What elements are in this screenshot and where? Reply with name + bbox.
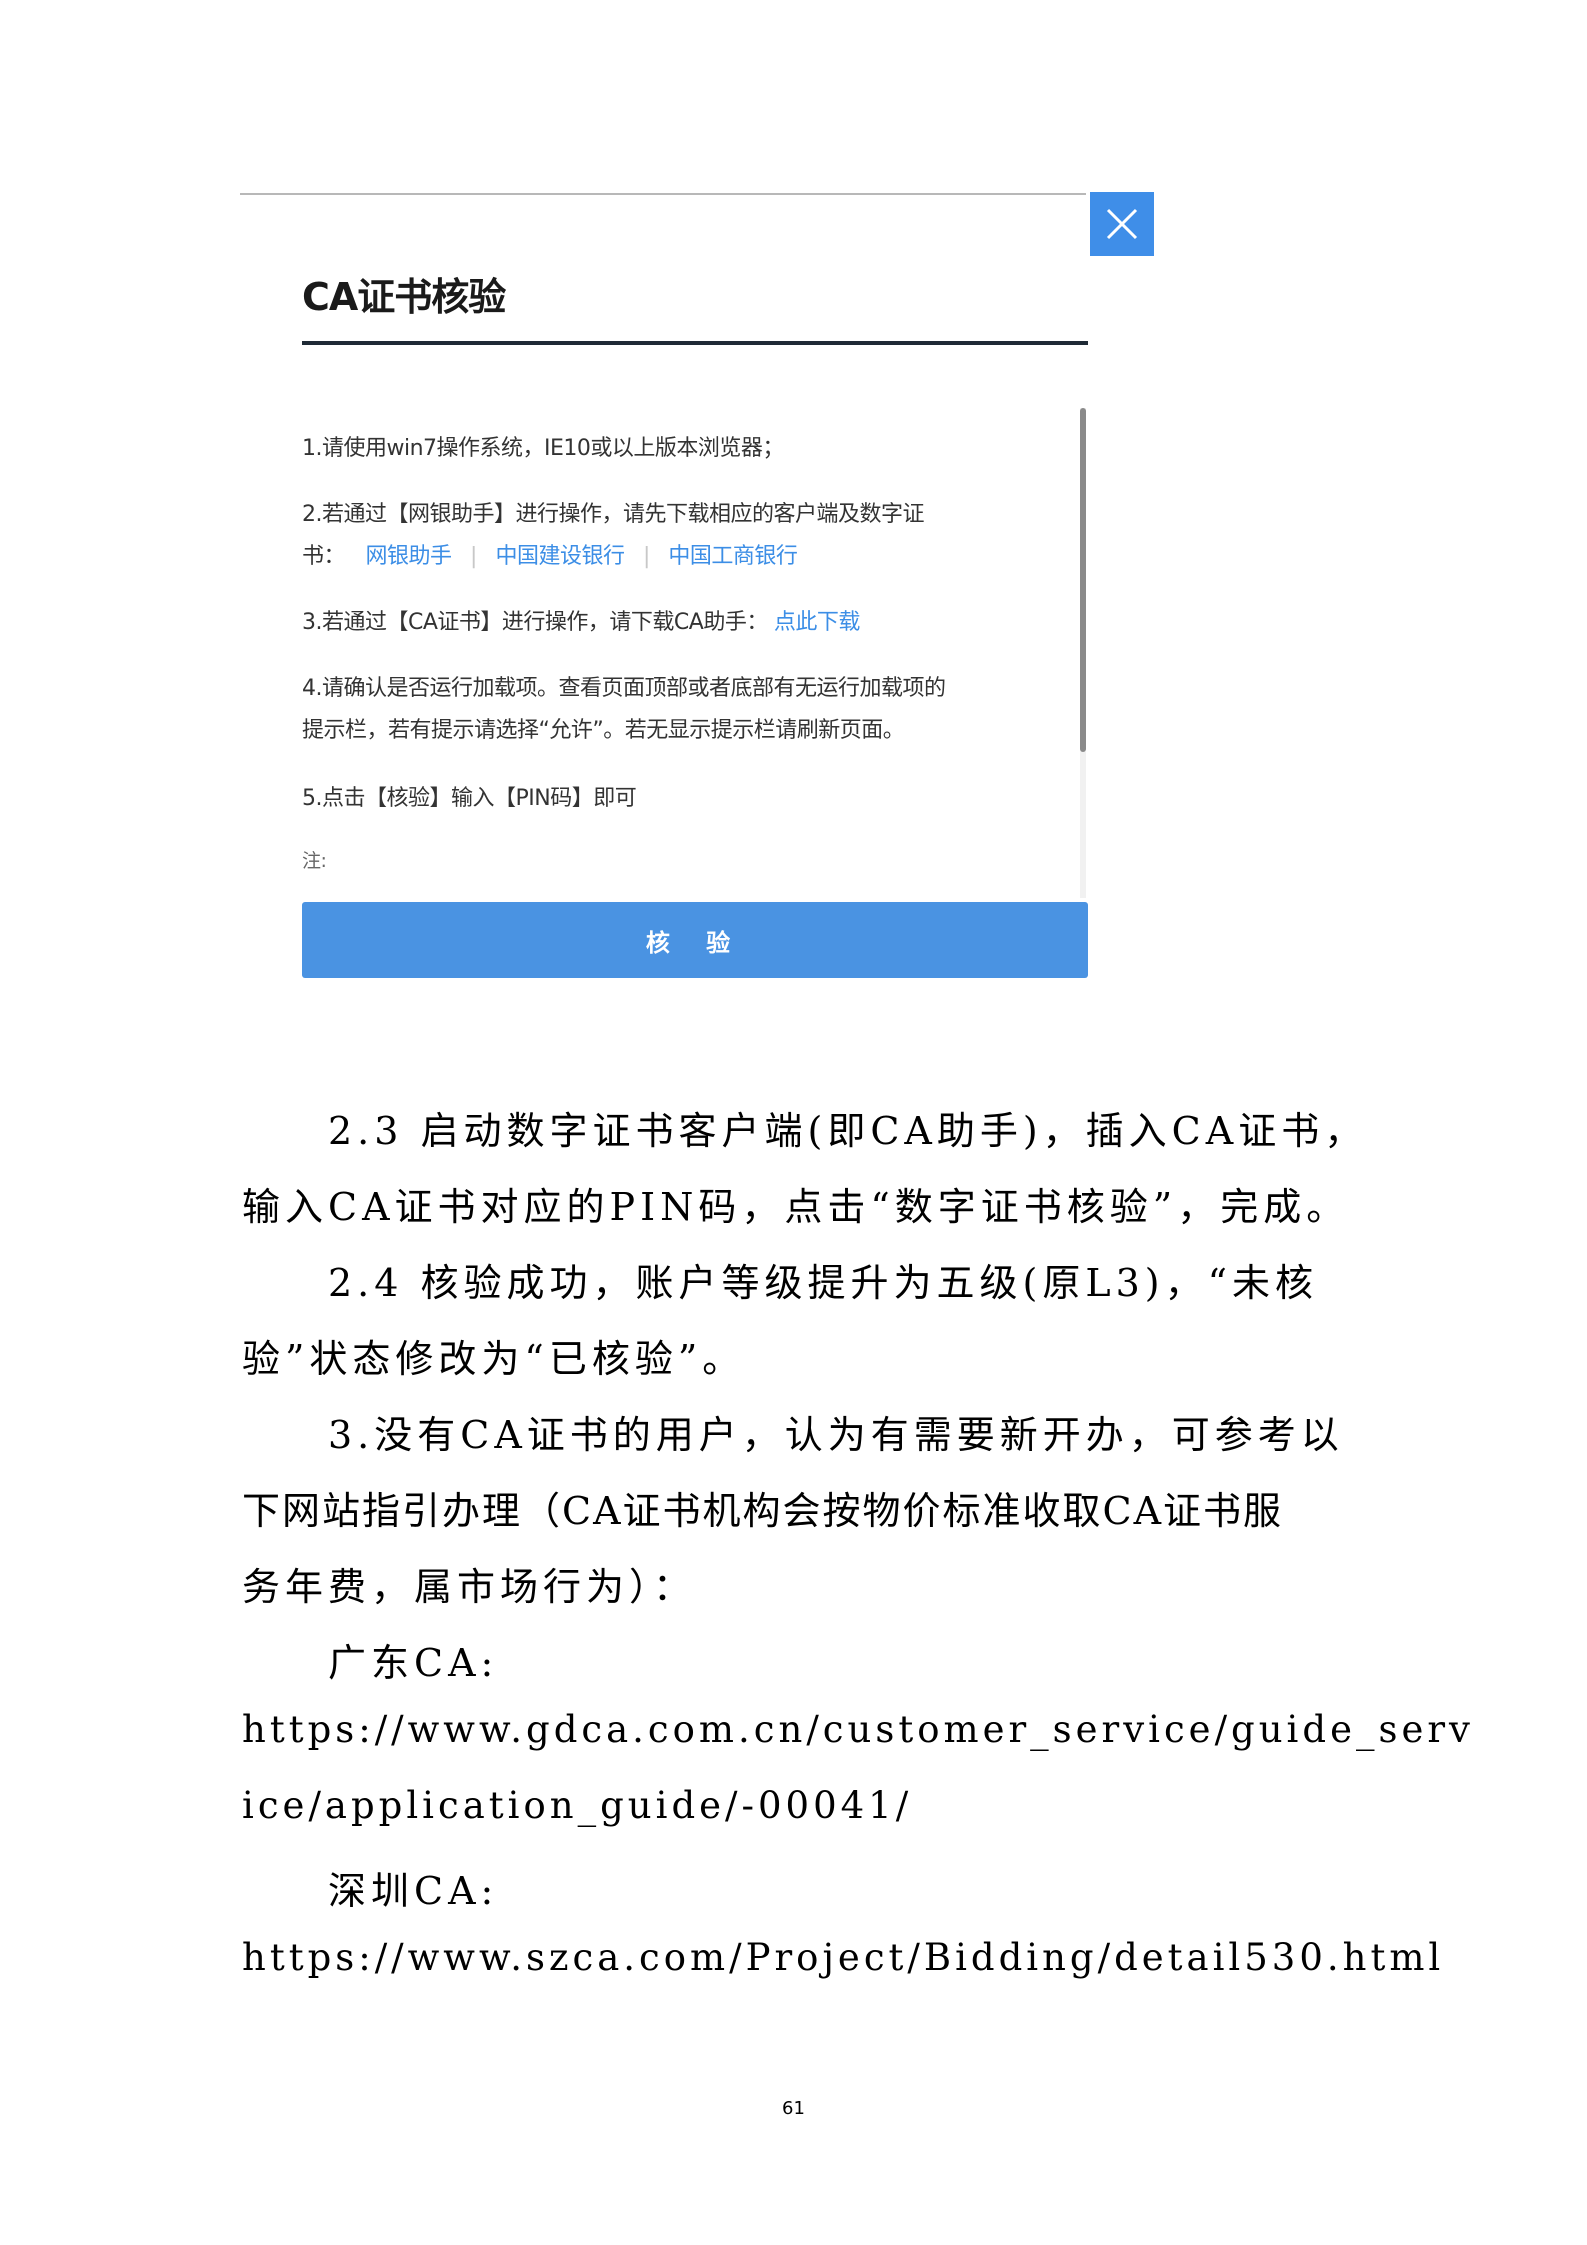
link-wangyin-helper[interactable]: 网银助手 (366, 544, 453, 569)
step-2-line-1: 2.若通过【网银助手】进行操作，请先下载相应的客户端及数字证 (302, 502, 925, 527)
paragraph-2-4-line-2: 验”状态修改为“已核验”。 (242, 1337, 746, 1381)
page-number: 61 (782, 2098, 805, 2119)
scrollbar-thumb[interactable] (1080, 408, 1086, 752)
step-3: 3.若通过【CA证书】进行操作，请下载CA助手： 点此下载 (302, 604, 860, 636)
step-3-text: 3.若通过【CA证书】进行操作，请下载CA助手： (302, 610, 768, 635)
link-icbc[interactable]: 中国工商银行 (668, 544, 798, 569)
guangdong-ca-url-line-1[interactable]: https://www.gdca.com.cn/customer_service… (242, 1708, 1474, 1751)
paragraph-3-line-1: 3.没有CA证书的用户，认为有需要新开办，可参考以 (328, 1413, 1344, 1457)
link-separator: | (470, 544, 477, 569)
download-link[interactable]: 点此下载 (774, 610, 861, 635)
dialog-top-border (240, 193, 1086, 195)
paragraph-2-3-line-2: 输入CA证书对应的PIN码，点击“数字证书核验”，完成。 (242, 1185, 1350, 1229)
guangdong-ca-label: 广东CA: (328, 1641, 499, 1685)
paragraph-2-4-line-1: 2.4 核验成功，账户等级提升为五级(原L3)，“未核 (328, 1261, 1319, 1305)
step-4-line-2: 提示栏，若有提示请选择“允许”。若无显示提示栏请刷新页面。 (302, 718, 905, 743)
step-2-line-2: 书： 网银助手 | 中国建设银行 | 中国工商银行 (302, 538, 798, 570)
guangdong-ca-url-line-2[interactable]: ice/application_guide/-00041/ (242, 1784, 912, 1827)
verify-button[interactable]: 核 验 (302, 902, 1088, 978)
ca-verify-dialog: CA证书核验 1.请使用win7操作系统，IE10或以上版本浏览器； 2.若通过… (240, 190, 1156, 990)
step-5: 5.点击【核验】输入【PIN码】即可 (302, 786, 637, 811)
step-1: 1.请使用win7操作系统，IE10或以上版本浏览器； (302, 436, 784, 461)
close-button[interactable] (1090, 192, 1154, 256)
shenzhen-ca-label: 深圳CA: (328, 1869, 499, 1913)
step-4-line-1: 4.请确认是否运行加载项。查看页面顶部或者底部有无运行加载项的 (302, 676, 946, 701)
shenzhen-ca-url[interactable]: https://www.szca.com/Project/Bidding/det… (242, 1936, 1444, 1979)
dialog-title: CA证书核验 (302, 275, 506, 319)
note-label: 注: (302, 850, 327, 872)
link-separator: | (642, 544, 650, 569)
paragraph-3-line-2: 下网站指引办理（CA证书机构会按物价标准收取CA证书服 (242, 1489, 1284, 1533)
paragraph-3-line-3: 务年费，属市场行为）： (242, 1565, 697, 1609)
close-icon (1106, 208, 1138, 240)
link-ccb[interactable]: 中国建设银行 (495, 544, 625, 569)
paragraph-2-3-line-1: 2.3 启动数字证书客户端(即CA助手)，插入CA证书， (328, 1109, 1368, 1153)
title-underline (302, 341, 1088, 345)
step-2-prefix: 书： (302, 544, 346, 569)
